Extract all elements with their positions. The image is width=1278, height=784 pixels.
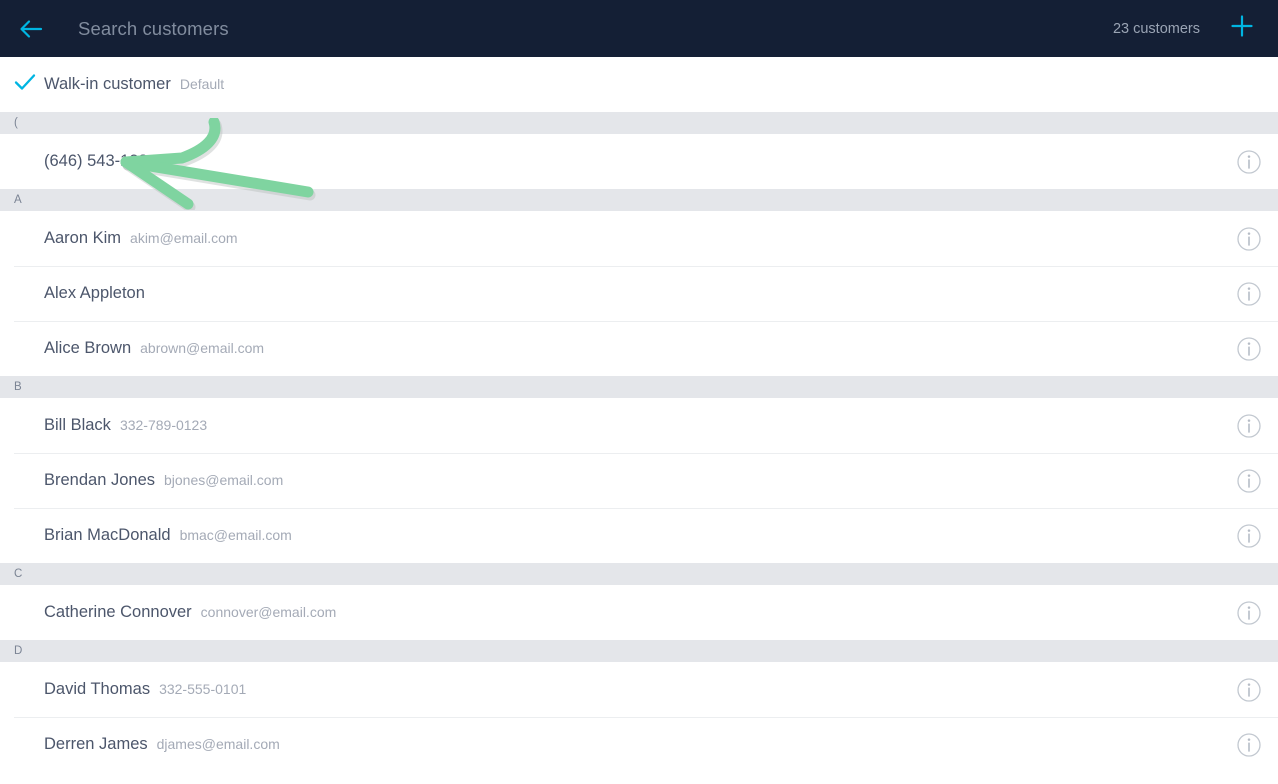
row-content: Brian MacDonald bmac@email.com (44, 526, 1220, 545)
row-content: Alex Appleton (44, 284, 1220, 303)
list-item-subtitle: Default (179, 76, 225, 92)
info-circle-icon[interactable] (1220, 732, 1278, 758)
plus-icon (1229, 13, 1255, 44)
list-item-subtitle: connover@email.com (200, 604, 337, 620)
list-item-subtitle: bmac@email.com (179, 527, 292, 543)
list-item-subtitle: djames@email.com (156, 736, 280, 752)
list-item-customer[interactable]: Alice Brown abrown@email.com (0, 321, 1278, 376)
back-button[interactable] (14, 12, 48, 46)
app-header: 23 customers (0, 0, 1278, 57)
row-content: Derren James djames@email.com (44, 735, 1220, 754)
list-item-customer[interactable]: (646) 543-1234 (0, 134, 1278, 189)
list-item-customer[interactable]: Aaron Kim akim@email.com (0, 211, 1278, 266)
list-item-customer[interactable]: Catherine Connover connover@email.com (0, 585, 1278, 640)
list-item-title: Derren James (44, 735, 148, 753)
list-item-walk-in-customer[interactable]: Walk-in customer Default (0, 57, 1278, 112)
section-header: C (0, 563, 1278, 585)
list-item-subtitle: 332-789-0123 (119, 417, 208, 433)
info-circle-icon[interactable] (1220, 413, 1278, 439)
list-item-title: Aaron Kim (44, 229, 122, 247)
customer-list[interactable]: Walk-in customer Default ( (646) 543-1234… (0, 57, 1278, 784)
section-header: B (0, 376, 1278, 398)
info-circle-icon[interactable] (1220, 281, 1278, 307)
row-content: (646) 543-1234 (44, 152, 1220, 171)
customer-search-screen: 23 customers Walk-in customer Defau (0, 0, 1278, 784)
info-circle-icon[interactable] (1220, 226, 1278, 252)
row-content: Walk-in customer Default (44, 75, 1220, 94)
add-customer-button[interactable] (1226, 13, 1258, 45)
list-item-title: Brendan Jones (44, 471, 155, 489)
section-header: A (0, 189, 1278, 211)
row-content: Bill Black 332-789-0123 (44, 416, 1220, 435)
list-item-subtitle: 332-555-0101 (159, 681, 247, 697)
list-item-customer[interactable]: Brian MacDonald bmac@email.com (0, 508, 1278, 563)
row-content: Catherine Connover connover@email.com (44, 603, 1220, 622)
section-header: D (0, 640, 1278, 662)
search-input[interactable] (78, 8, 1113, 49)
list-item-title: Brian MacDonald (44, 526, 171, 544)
list-item-subtitle: abrown@email.com (140, 340, 265, 356)
info-circle-icon[interactable] (1220, 523, 1278, 549)
arrow-left-icon (18, 18, 44, 40)
list-item-subtitle: akim@email.com (130, 230, 238, 246)
info-circle-icon[interactable] (1220, 149, 1278, 175)
customer-rows-container: ((646) 543-1234 A Aaron Kim akim@email.com A… (0, 112, 1278, 772)
list-item-customer[interactable]: Alex Appleton (0, 266, 1278, 321)
selected-check (14, 73, 44, 96)
list-item-subtitle: bjones@email.com (164, 472, 284, 488)
list-item-title: David Thomas (44, 680, 151, 698)
list-item-title: Catherine Connover (44, 603, 192, 621)
list-item-customer[interactable]: Derren James djames@email.com (0, 717, 1278, 772)
list-item-title: (646) 543-1234 (44, 152, 157, 170)
row-content: David Thomas 332-555-0101 (44, 680, 1220, 699)
row-content: Aaron Kim akim@email.com (44, 229, 1220, 248)
row-content: Alice Brown abrown@email.com (44, 339, 1220, 358)
list-item-title: Walk-in customer (44, 75, 171, 93)
info-circle-icon[interactable] (1220, 336, 1278, 362)
check-icon (14, 73, 36, 96)
list-item-title: Alice Brown (44, 339, 132, 357)
list-item-title: Alex Appleton (44, 284, 145, 302)
info-circle-icon[interactable] (1220, 600, 1278, 626)
info-circle-icon[interactable] (1220, 468, 1278, 494)
list-item-title: Bill Black (44, 416, 111, 434)
list-item-customer[interactable]: Bill Black 332-789-0123 (0, 398, 1278, 453)
info-circle-icon[interactable] (1220, 677, 1278, 703)
list-item-customer[interactable]: Brendan Jones bjones@email.com (0, 453, 1278, 508)
section-header: ( (0, 112, 1278, 134)
row-content: Brendan Jones bjones@email.com (44, 471, 1220, 490)
list-item-customer[interactable]: David Thomas 332-555-0101 (0, 662, 1278, 717)
customer-count-label: 23 customers (1112, 20, 1200, 37)
